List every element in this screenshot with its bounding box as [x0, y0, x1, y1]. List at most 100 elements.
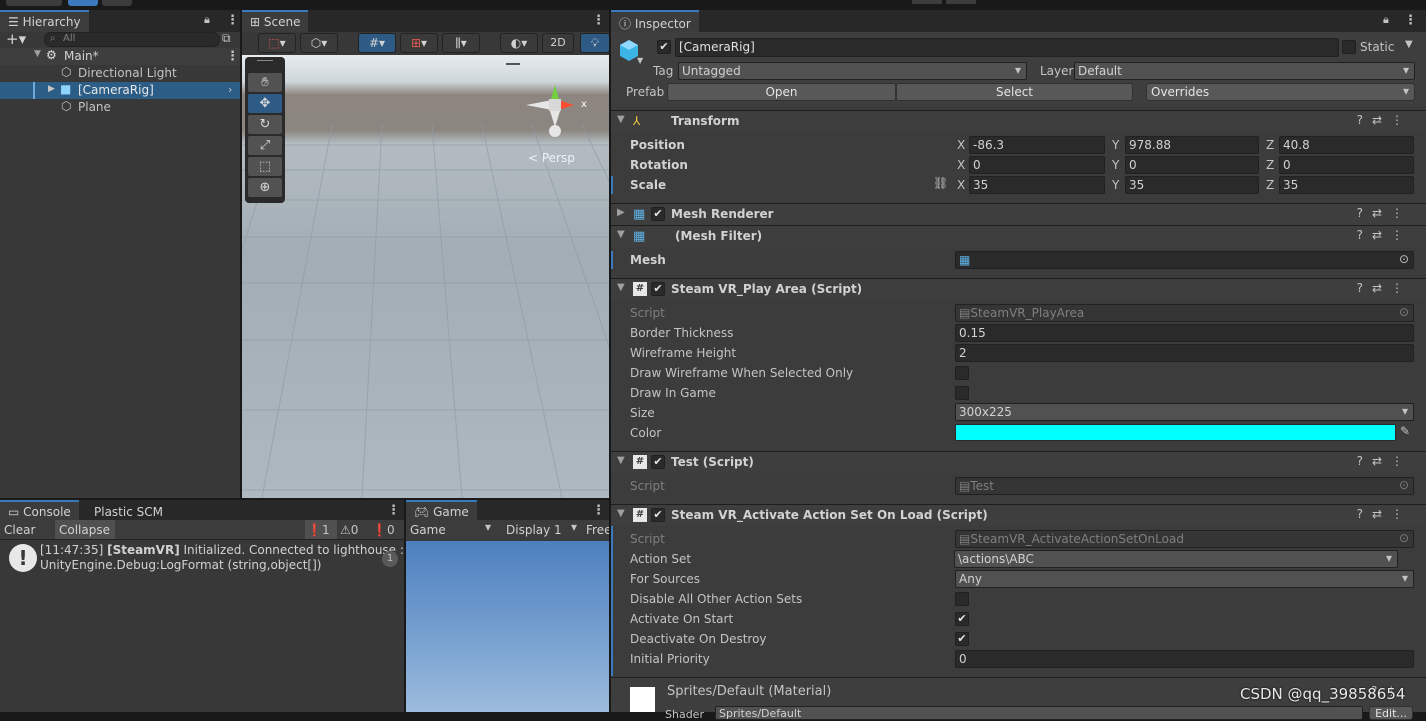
help-icon[interactable]: ? [1357, 228, 1372, 242]
preset-icon[interactable]: ⇄ [1372, 454, 1391, 468]
game-viewport[interactable] [406, 541, 609, 712]
lock-icon[interactable]: 🔒︎ [204, 13, 210, 27]
for-sources-dropdown[interactable]: Any [955, 570, 1414, 588]
draw-mode-button[interactable]: ⬚▾ [258, 33, 296, 53]
eyedropper-icon[interactable]: ✎ [1400, 424, 1410, 438]
rotation-x-field[interactable]: 0 [969, 156, 1105, 174]
kebab-icon[interactable]: ⋮ [1391, 507, 1412, 521]
hierarchy-item-plane[interactable]: ⬡ Plane [0, 99, 240, 116]
mesh-object-field[interactable]: ▦ ⊙ [955, 251, 1414, 269]
activate-action-set-header[interactable]: ▼ # ✔ Steam VR_Activate Action Set On Lo… [611, 504, 1426, 526]
kebab-menu-icon[interactable]: ⋮ [387, 504, 400, 517]
component-header-icons[interactable]: ?⇄⋮ [1357, 454, 1412, 468]
game-mode-dropdown[interactable]: Game [406, 520, 496, 540]
panel-divider[interactable] [240, 10, 242, 498]
search-options-icon[interactable]: ⧉ [222, 31, 231, 46]
snap-increment-button[interactable]: ⊞▾ [400, 33, 438, 53]
draw-in-game-checkbox[interactable] [955, 386, 969, 400]
draw-wireframe-selected-checkbox[interactable] [955, 366, 969, 380]
add-button[interactable]: +▾ [6, 30, 26, 48]
info-count-toggle[interactable]: ❗1 [305, 520, 337, 539]
collapse-button[interactable]: Collapse [55, 520, 115, 539]
expand-arrow-icon[interactable]: ▶ [48, 84, 55, 94]
collapse-arrow-icon[interactable]: ▼ [617, 114, 625, 125]
play-area-header[interactable]: ▼ # ✔ Steam VR_Play Area (Script) ?⇄⋮ [611, 278, 1426, 300]
size-dropdown[interactable]: 300x225 [955, 403, 1414, 421]
color-swatch[interactable] [955, 424, 1396, 441]
help-icon[interactable]: ? [1357, 206, 1372, 220]
preset-icon[interactable]: ⇄ [1372, 206, 1391, 220]
tag-dropdown[interactable]: Untagged [678, 62, 1027, 80]
static-checkbox[interactable] [1342, 40, 1356, 54]
component-header-icons[interactable]: ?⇄⋮ [1357, 281, 1412, 295]
display-dropdown[interactable]: Display 1 [502, 520, 582, 540]
play-area-enabled-checkbox[interactable]: ✔ [651, 282, 665, 296]
help-icon[interactable]: ? [1357, 113, 1372, 127]
collapse-arrow-icon[interactable]: ▼ [617, 508, 625, 519]
preset-icon[interactable]: ⇄ [1372, 228, 1391, 242]
component-header-icons[interactable]: ?⇄⋮ [1357, 228, 1412, 242]
action-set-dropdown[interactable]: \actions\ABC [954, 550, 1398, 568]
activate-on-start-checkbox[interactable]: ✔ [955, 612, 969, 626]
mesh-renderer-enabled-checkbox[interactable]: ✔ [651, 207, 665, 221]
tab-scene[interactable]: ⊞ Scene [242, 10, 309, 32]
initial-priority-field[interactable]: 0 [955, 650, 1414, 668]
scene-row[interactable]: ▼ ⚙ Main* ⋮ [0, 48, 240, 65]
help-icon[interactable]: ? [1357, 454, 1372, 468]
overlay-handle[interactable] [506, 63, 520, 65]
scale-tool-icon[interactable]: ⤢ [248, 136, 282, 155]
warning-count-toggle[interactable]: ⚠0 [338, 520, 368, 539]
lock-icon[interactable]: 🔒︎ [1383, 13, 1389, 27]
drag-handle[interactable] [257, 60, 273, 61]
account-button[interactable] [6, 0, 62, 6]
test-script-header[interactable]: ▼ # ✔ Test (Script) ?⇄⋮ [611, 451, 1426, 473]
render-mode-button[interactable]: ⬡▾ [300, 33, 338, 53]
scale-x-field[interactable]: 35 [969, 176, 1105, 194]
component-header-icons[interactable]: ?⇄⋮ [1357, 113, 1412, 127]
cloud-button[interactable] [68, 0, 98, 6]
object-picker-icon[interactable]: ⊙ [1399, 252, 1409, 266]
tab-hierarchy[interactable]: ☰ Hierarchy [0, 10, 89, 32]
console-log-entry[interactable]: ! [11:47:35] [SteamVR] Initialized. Conn… [0, 541, 404, 577]
link-icon[interactable]: ⛓ [933, 176, 948, 190]
preset-icon[interactable]: ⇄ [1372, 113, 1391, 127]
active-checkbox[interactable]: ✔ [657, 40, 671, 54]
scale-y-field[interactable]: 35 [1125, 176, 1259, 194]
help-icon[interactable]: ? [1357, 281, 1372, 295]
shader-edit-button[interactable]: Edit... [1369, 706, 1413, 720]
gizmo-ruler-button[interactable]: ⫼▾ [442, 33, 480, 53]
scene-kebab-icon[interactable]: ⋮ [226, 50, 239, 63]
component-header-icons[interactable]: ?⇄⋮ [1357, 507, 1412, 521]
prefab-open-button[interactable]: Open [667, 83, 896, 101]
open-prefab-arrow-icon[interactable]: › [228, 83, 232, 96]
error-count-toggle[interactable]: ❗0 [370, 520, 402, 539]
shader-dropdown[interactable]: Sprites/Default [715, 706, 1363, 720]
border-thickness-field[interactable]: 0.15 [955, 324, 1414, 342]
tab-inspector[interactable]: ⓘ Inspector [611, 10, 699, 32]
mesh-filter-header[interactable]: ▼ ▦ (Mesh Filter) ?⇄⋮ [611, 225, 1426, 247]
scene-viewport[interactable]: ✋︎ ✥ ↻ ⤢ ⬚ ⊕ x < Persp [242, 55, 609, 498]
object-name-field[interactable]: [CameraRig] [675, 38, 1339, 57]
disable-other-sets-checkbox[interactable] [955, 592, 969, 606]
component-header-icons[interactable]: ?⇄⋮ [1357, 206, 1412, 220]
grid-snap-button[interactable]: #▾ [358, 33, 396, 53]
rotation-y-field[interactable]: 0 [1125, 156, 1259, 174]
activate-enabled-checkbox[interactable]: ✔ [651, 508, 665, 522]
preset-icon[interactable]: ⇄ [1372, 507, 1391, 521]
kebab-icon[interactable]: ⋮ [1391, 113, 1412, 127]
prefab-overrides-dropdown[interactable]: Overrides [1146, 83, 1415, 101]
collapse-arrow-icon[interactable]: ▼ [617, 455, 625, 466]
position-x-field[interactable]: -86.3 [969, 136, 1105, 154]
rotation-z-field[interactable]: 0 [1279, 156, 1414, 174]
expand-arrow-icon[interactable]: ▼ [34, 49, 41, 59]
kebab-menu-icon[interactable]: ⋮ [592, 504, 605, 517]
position-z-field[interactable]: 40.8 [1279, 136, 1414, 154]
layout-button[interactable] [946, 0, 976, 4]
aspect-dropdown[interactable]: Free [586, 520, 609, 540]
kebab-menu-icon[interactable]: ⋮ [1404, 14, 1417, 27]
kebab-icon[interactable]: ⋮ [1391, 228, 1412, 242]
tab-plastic-scm[interactable]: Plastic SCM [86, 500, 171, 522]
scene-light-button[interactable]: 💡︎ [580, 33, 610, 53]
scale-z-field[interactable]: 35 [1279, 176, 1414, 194]
transform-tool-icon[interactable]: ⊕ [248, 178, 282, 197]
